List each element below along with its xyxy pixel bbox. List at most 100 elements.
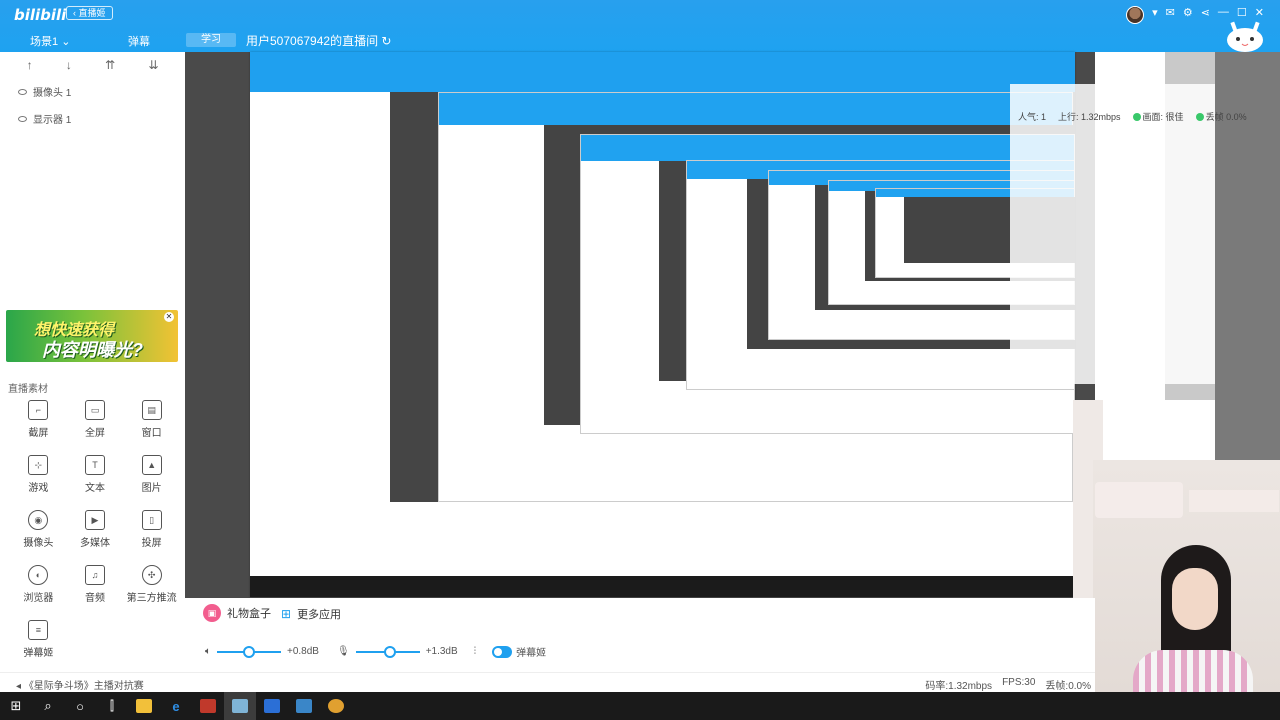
mail-icon[interactable]: ✉ bbox=[1166, 6, 1175, 24]
status-dot-icon bbox=[1132, 113, 1141, 121]
danmu-toggle-label: 弹幕姬 bbox=[516, 648, 547, 659]
source-item[interactable]: 显示器 1 bbox=[0, 105, 185, 132]
bottom-controls: ▣ 礼物盒子 ⊞ 更多应用 🔈︎ +0.8dB 🎙︎ +1.3dB ⫶ 弹幕姬 bbox=[185, 598, 1095, 672]
scene-selector[interactable]: 场景1 ⌄ bbox=[30, 33, 70, 49]
photos-icon[interactable] bbox=[288, 692, 320, 720]
materials-title: 直播素材 bbox=[8, 384, 48, 395]
gamepad-icon: ⊹ bbox=[28, 455, 49, 475]
room-title[interactable]: 用户507067942的直播间 ↻ bbox=[246, 32, 391, 49]
app-active-icon[interactable] bbox=[224, 692, 256, 720]
speaker-icon[interactable]: 🔈︎ bbox=[205, 646, 211, 657]
back-button[interactable]: ‹ 直播姬 bbox=[66, 6, 113, 20]
popularity-stat: 人气: 1 bbox=[1018, 112, 1047, 122]
speaker-volume-slider[interactable] bbox=[217, 645, 281, 658]
search-icon[interactable]: ⌕ bbox=[32, 692, 64, 720]
speaker-db: +0.8dB bbox=[287, 646, 319, 657]
text-icon: T bbox=[84, 455, 105, 475]
danmu-toggle[interactable] bbox=[492, 645, 513, 658]
material-camera[interactable]: ◉ 摄像头 bbox=[10, 510, 67, 549]
gift-icon: ▣ bbox=[203, 604, 221, 622]
tab-danmu[interactable]: 弹幕 bbox=[128, 33, 150, 49]
material-game[interactable]: ⊹ 游戏 bbox=[10, 455, 67, 494]
materials-grid: ⌐ 截屏 ▭ 全屏 ▤ 窗口 ⊹ 游戏 T 文本 ▲ 图片 ◉ 摄像头 ▶ 多媒体 ▯ 投屏 ◐ 浏… bbox=[10, 400, 180, 659]
drop-stat: 丢帧 0.0% bbox=[1195, 110, 1247, 123]
mic-volume-slider[interactable] bbox=[355, 645, 420, 658]
source-item[interactable]: 摄像头 1 bbox=[0, 78, 185, 105]
material-image[interactable]: ▲ 图片 bbox=[123, 455, 180, 494]
material-fullscreen[interactable]: ▭ 全屏 bbox=[67, 400, 124, 439]
crop-icon: ⌐ bbox=[28, 400, 49, 420]
material-danmu[interactable]: ≡ 弹幕姬 bbox=[10, 620, 67, 659]
apps-grid-icon: ⊞ bbox=[281, 607, 292, 621]
globe-icon: ◐ bbox=[28, 565, 49, 585]
mascot-icon bbox=[1227, 21, 1263, 52]
media-icon[interactable] bbox=[320, 692, 352, 720]
audio-controls: 🔈︎ +0.8dB 🎙︎ +1.3dB ⫶ 弹幕姬 bbox=[205, 644, 546, 659]
app-header: bilibili ‹ 直播姬 场景1 ⌄ 弹幕 学习 用户507067942的直… bbox=[0, 0, 1280, 52]
move-bottom-icon[interactable]: ⇊ bbox=[148, 58, 158, 72]
bitrate: 码率:1.32mbps bbox=[925, 681, 993, 692]
camera-feed bbox=[1093, 460, 1280, 692]
preview-capture bbox=[250, 52, 1075, 597]
avatar[interactable] bbox=[1126, 6, 1145, 24]
task-view-icon[interactable]: ○ bbox=[64, 692, 96, 720]
media-icon: ▶ bbox=[84, 510, 105, 530]
refresh-icon[interactable]: ↻ bbox=[381, 34, 391, 48]
image-icon: ▲ bbox=[141, 455, 162, 475]
quality-stat: 画面: 很佳 bbox=[1132, 110, 1184, 123]
speaker-icon: ◂ bbox=[16, 681, 22, 692]
upload-stat: 上行: 1.32mbps bbox=[1058, 112, 1121, 122]
music-icon: ♫ bbox=[84, 565, 105, 585]
move-up-icon[interactable]: ↑ bbox=[27, 58, 33, 72]
mic-db: +1.3dB bbox=[425, 646, 458, 657]
stream-stats-panel bbox=[1010, 84, 1215, 384]
fps: FPS:30 bbox=[1002, 677, 1036, 688]
category-badge[interactable]: 学习 bbox=[186, 33, 236, 47]
material-browser[interactable]: ◐ 浏览器 bbox=[10, 565, 67, 604]
multitask-icon[interactable]: ⫿ bbox=[96, 692, 128, 720]
bilibili-logo: bilibili bbox=[14, 6, 67, 24]
material-third-party[interactable]: ✣ 第三方推流 bbox=[123, 565, 180, 604]
gear-icon[interactable]: ⚙ bbox=[1183, 6, 1193, 24]
frame-drop: 丢帧:0.0% bbox=[1045, 681, 1091, 692]
status-bar: ◂ 《星际争斗场》主播对抗赛 码率:1.32mbps FPS:30 丢帧:0.0… bbox=[0, 672, 1095, 692]
microphone-icon[interactable]: 🎙︎ bbox=[337, 646, 350, 657]
close-icon[interactable]: ✕ bbox=[164, 312, 174, 322]
stream-stats: 人气: 1 上行: 1.32mbps 画面: 很佳 丢帧 0.0% bbox=[1018, 110, 1247, 123]
status-metrics: 码率:1.32mbps FPS:30 丢帧:0.0% bbox=[925, 677, 1091, 692]
chevron-down-icon[interactable]: ▾ bbox=[1152, 6, 1158, 24]
gift-box-button[interactable]: ▣ 礼物盒子 bbox=[203, 604, 271, 622]
mixer-icon[interactable]: ⫶ bbox=[474, 646, 477, 657]
slider-knob[interactable] bbox=[243, 645, 255, 658]
phone-icon: ▯ bbox=[141, 510, 162, 530]
stream-icon: ✣ bbox=[141, 565, 162, 585]
word-icon[interactable] bbox=[256, 692, 288, 720]
windows-taskbar: ⊞ ⌕ ○ ⫿ e bbox=[0, 692, 1280, 720]
window-icon: ▤ bbox=[141, 400, 162, 420]
eye-icon[interactable] bbox=[18, 88, 27, 95]
material-cast[interactable]: ▯ 投屏 bbox=[123, 510, 180, 549]
slider-knob[interactable] bbox=[383, 645, 396, 658]
material-text[interactable]: T 文本 bbox=[67, 455, 124, 494]
status-activity[interactable]: ◂ 《星际争斗场》主播对抗赛 bbox=[16, 677, 144, 692]
windows-icon[interactable]: ⊞ bbox=[0, 692, 32, 720]
move-top-icon[interactable]: ⇈ bbox=[105, 58, 115, 72]
chat-icon: ≡ bbox=[28, 620, 49, 640]
promo-banner[interactable]: 想快速获得 内容明曝光? ✕ bbox=[6, 310, 178, 362]
status-dot-icon bbox=[1195, 113, 1204, 121]
chevron-down-icon: ⌄ bbox=[61, 36, 71, 48]
eye-icon[interactable] bbox=[18, 115, 27, 122]
share-icon[interactable]: ⋖ bbox=[1201, 6, 1210, 24]
material-media[interactable]: ▶ 多媒体 bbox=[67, 510, 124, 549]
material-crop[interactable]: ⌐ 截屏 bbox=[10, 400, 67, 439]
edge-icon[interactable]: e bbox=[160, 692, 192, 720]
material-audio[interactable]: ♫ 音频 bbox=[67, 565, 124, 604]
source-toolbar: ↑ ↓ ⇈ ⇊ bbox=[0, 52, 185, 78]
camera-icon: ◉ bbox=[28, 510, 49, 530]
more-apps-button[interactable]: ⊞ 更多应用 bbox=[281, 606, 341, 622]
explorer-icon[interactable] bbox=[128, 692, 160, 720]
move-down-icon[interactable]: ↓ bbox=[66, 58, 72, 72]
monitor-icon: ▭ bbox=[84, 400, 105, 420]
material-window[interactable]: ▤ 窗口 bbox=[123, 400, 180, 439]
app-red-icon[interactable] bbox=[192, 692, 224, 720]
